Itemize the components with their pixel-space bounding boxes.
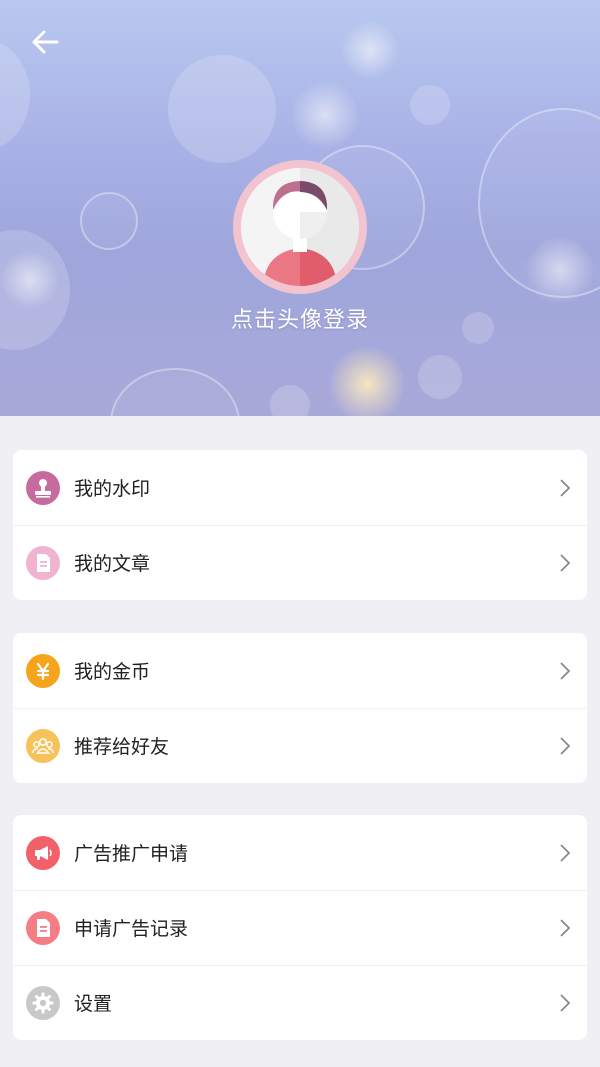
friends-icon: [26, 728, 60, 763]
chevron-right-icon: [555, 993, 575, 1013]
menu-item-label: 我的金币: [74, 661, 151, 683]
document-icon: [26, 545, 60, 580]
default-avatar: [241, 168, 359, 286]
back-arrow-icon: [32, 30, 59, 54]
menu-group-3: 广告推广申请 申请广告记录 设置: [13, 815, 587, 1040]
menu-item-label: 推荐给好友: [74, 736, 170, 758]
menu-item-recommend-friends[interactable]: 推荐给好友: [13, 708, 587, 783]
profile-header: 点击头像登录: [0, 0, 600, 416]
menu-group-1: 我的水印 我的文章: [13, 450, 587, 600]
menu-item-label: 设置: [74, 993, 113, 1015]
menu-item-ad-apply-records[interactable]: 申请广告记录: [13, 890, 587, 965]
bokeh-decoration: [0, 250, 60, 310]
bokeh-decoration: [110, 368, 240, 416]
gear-icon: [26, 985, 60, 1020]
menu-item-my-articles[interactable]: 我的文章: [13, 525, 587, 600]
bokeh-decoration: [340, 20, 400, 80]
menu-group-2: 我的金币 推荐给好友: [13, 633, 587, 783]
stamp-icon: [26, 470, 60, 505]
megaphone-icon: [26, 835, 60, 870]
menu-item-label: 广告推广申请: [74, 843, 189, 865]
menu-item-settings[interactable]: 设置: [13, 965, 587, 1040]
bokeh-decoration: [80, 192, 138, 250]
menu-item-my-coins[interactable]: 我的金币: [13, 633, 587, 708]
record-icon: [26, 910, 60, 945]
bokeh-decoration: [418, 355, 462, 399]
bokeh-decoration: [168, 55, 276, 163]
menu-item-label: 申请广告记录: [74, 918, 189, 940]
chevron-right-icon: [555, 478, 575, 498]
menu-item-my-watermark[interactable]: 我的水印: [13, 450, 587, 525]
chevron-right-icon: [555, 661, 575, 681]
chevron-right-icon: [555, 918, 575, 938]
chevron-right-icon: [555, 736, 575, 756]
menu-item-ad-promotion-apply[interactable]: 广告推广申请: [13, 815, 587, 890]
menu-item-label: 我的文章: [74, 553, 151, 575]
user-avatar-icon: [241, 168, 359, 286]
chevron-right-icon: [555, 553, 575, 573]
back-button[interactable]: [22, 22, 68, 62]
login-hint[interactable]: 点击头像登录: [0, 302, 600, 334]
bokeh-decoration: [290, 80, 360, 150]
coin-icon: [26, 653, 60, 688]
bokeh-decoration: [270, 385, 310, 416]
avatar-button[interactable]: [233, 160, 367, 294]
menu-item-label: 我的水印: [74, 478, 151, 500]
bokeh-decoration: [525, 235, 595, 305]
chevron-right-icon: [555, 843, 575, 863]
bokeh-decoration: [410, 85, 450, 125]
bokeh-decoration: [328, 345, 406, 416]
